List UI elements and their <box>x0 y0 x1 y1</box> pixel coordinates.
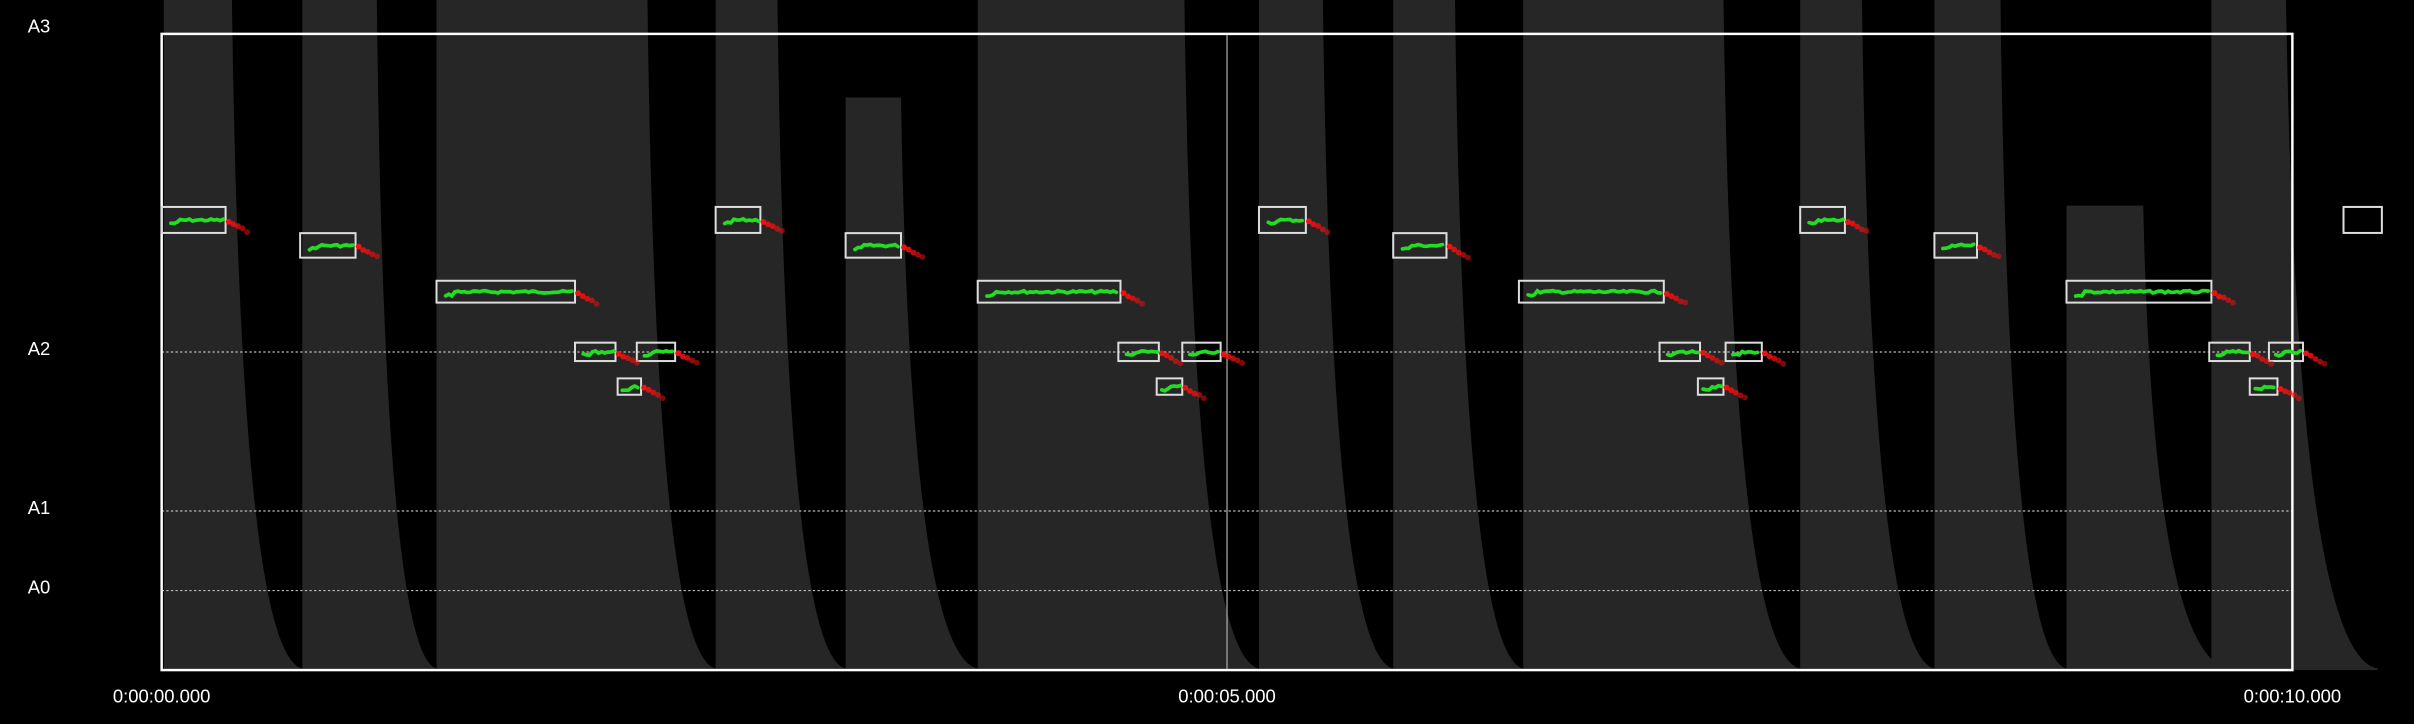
unvoiced-pitch-point <box>1200 395 1207 402</box>
unvoiced-pitch-point <box>589 297 595 304</box>
unvoiced-pitch-point <box>919 253 926 260</box>
envelope-segment <box>1258 0 1394 671</box>
envelope-segment <box>1800 0 1935 671</box>
unvoiced-pitch-point <box>374 253 381 260</box>
y-tick-label: A1 <box>28 497 51 518</box>
y-tick-label: A0 <box>28 577 51 598</box>
unvoiced-pitch-point <box>593 301 600 307</box>
envelope-segment <box>845 97 978 671</box>
unvoiced-pitch-point <box>1780 360 1787 367</box>
envelope-segment <box>436 0 716 671</box>
envelope-segment <box>715 0 846 671</box>
unvoiced-pitch-point <box>659 395 666 402</box>
unvoiced-pitch-point <box>239 225 246 232</box>
unvoiced-pitch-point <box>2211 290 2218 296</box>
unvoiced-pitch-point <box>1168 354 1175 361</box>
amplitude-envelope <box>163 0 2378 671</box>
envelope-segment <box>2066 205 2229 671</box>
unvoiced-pitch-point <box>1718 359 1725 366</box>
unvoiced-pitch-point <box>244 229 251 236</box>
unvoiced-pitch-point <box>2230 299 2236 306</box>
envelope-segment <box>1934 0 2067 671</box>
envelope-segment <box>1393 0 1524 671</box>
unvoiced-pitch-point <box>1324 229 1331 236</box>
x-tick-label: 0:00:10.000 <box>2244 685 2342 706</box>
unvoiced-pitch-point <box>1995 253 2002 260</box>
unvoiced-pitch-point <box>1682 299 1689 306</box>
x-tick-label: 0:00:05.000 <box>1178 685 1276 706</box>
unvoiced-pitch-point <box>693 359 700 366</box>
pitch-chart: A3 A2 A1 A0 0:00:00.000 0:00:05.000 0:00:10.00… <box>28 0 2383 706</box>
envelope-segment <box>302 0 437 671</box>
unvoiced-pitch-point <box>2321 360 2328 367</box>
unvoiced-pitch-point <box>1239 360 1246 366</box>
envelope-segment <box>1523 0 1801 671</box>
note-box <box>2342 205 2383 234</box>
envelope-segment <box>977 0 1259 671</box>
unvoiced-pitch-point <box>634 359 640 366</box>
unvoiced-pitch-point <box>1742 394 1748 401</box>
envelope-segment <box>163 0 303 671</box>
unvoiced-pitch-point <box>779 227 785 234</box>
x-tick-label: 0:00:00.000 <box>113 685 211 706</box>
unvoiced-pitch-point <box>1465 254 1471 261</box>
unvoiced-pitch-point <box>2268 360 2275 367</box>
unvoiced-pitch-point <box>1863 227 1870 234</box>
y-tick-label: A2 <box>28 338 51 359</box>
envelope-segment <box>2211 0 2378 671</box>
y-tick-label: A3 <box>28 15 51 36</box>
unvoiced-pitch-point <box>1139 300 1145 307</box>
unvoiced-pitch-point <box>1177 360 1184 367</box>
unvoiced-pitch-point <box>2296 395 2302 402</box>
